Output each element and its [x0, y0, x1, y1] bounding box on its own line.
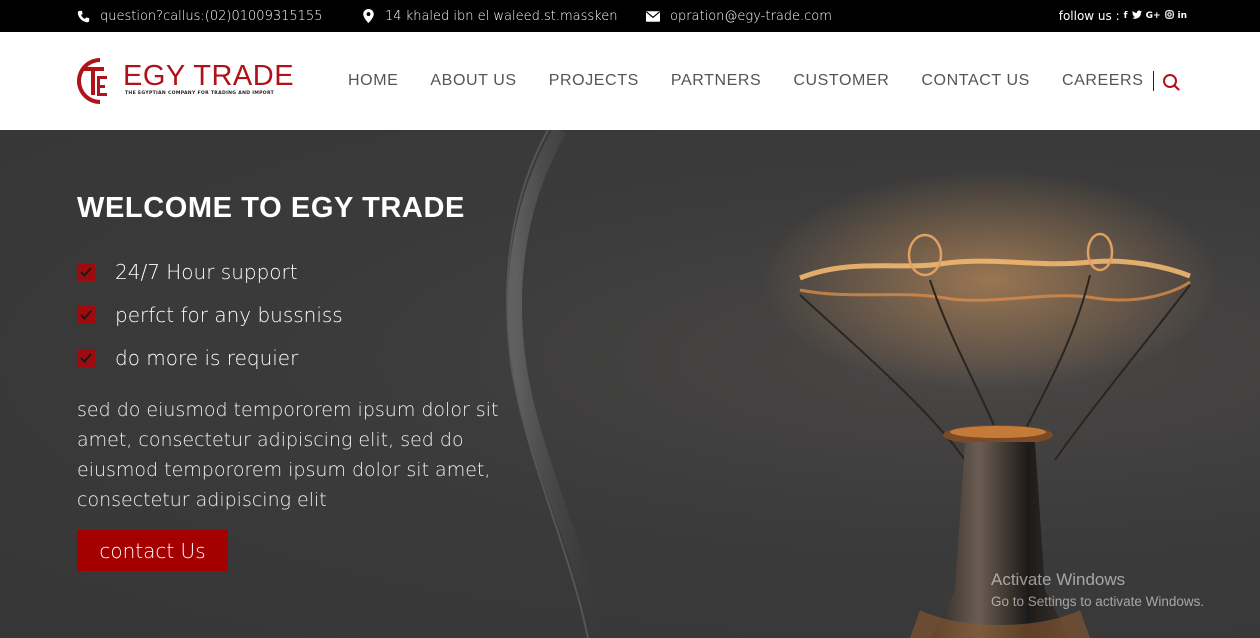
- facebook-icon[interactable]: f: [1124, 11, 1128, 21]
- feature-label: perfct for any bussniss: [115, 303, 343, 327]
- nav-divider: [1152, 71, 1154, 91]
- address-text: 14 khaled ibn el waleed.st.massken: [385, 8, 618, 24]
- logo[interactable]: EGY TRADE THE EGYPTIAN COMPANY FOR TRADI…: [76, 54, 294, 110]
- site-header: EGY TRADE THE EGYPTIAN COMPANY FOR TRADI…: [0, 32, 1260, 130]
- nav-projects[interactable]: PROJECTS: [549, 72, 639, 90]
- feature-item: 24/7 Hour support: [77, 260, 298, 284]
- search-button[interactable]: [1161, 72, 1181, 92]
- instagram-icon[interactable]: [1164, 10, 1174, 22]
- contact-email[interactable]: opration@egy-trade.com: [646, 0, 832, 32]
- watermark-title: Activate Windows: [991, 570, 1126, 589]
- logo-tagline: THE EGYPTIAN COMPANY FOR TRADING AND IMP…: [125, 91, 275, 96]
- check-icon: [77, 349, 95, 367]
- logo-name: EGY TRADE: [123, 60, 295, 92]
- google-plus-icon[interactable]: G+: [1146, 11, 1161, 21]
- nav-customer[interactable]: CUSTOMER: [793, 72, 889, 90]
- phone-text: question?callus:(02)01009315155: [100, 8, 323, 24]
- contact-us-button[interactable]: contact Us: [77, 530, 228, 571]
- check-icon: [77, 263, 95, 281]
- activate-windows-watermark: Activate Windows Go to Settings to activ…: [991, 570, 1204, 609]
- feature-label: do more is requier: [115, 346, 299, 370]
- nav-contact-us[interactable]: CONTACT US: [921, 72, 1030, 90]
- nav-about-us[interactable]: ABOUT US: [430, 72, 516, 90]
- envelope-icon: [646, 9, 660, 23]
- contact-phone[interactable]: question?callus:(02)01009315155: [76, 0, 322, 32]
- nav-home[interactable]: HOME: [348, 72, 398, 90]
- nav-partners[interactable]: PARTNERS: [671, 72, 761, 90]
- contact-address: 14 khaled ibn el waleed.st.massken: [361, 0, 617, 32]
- search-icon: [1163, 74, 1180, 91]
- email-text: opration@egy-trade.com: [670, 8, 832, 24]
- feature-item: perfct for any bussniss: [77, 303, 343, 327]
- follow-label: follow us :: [1058, 9, 1120, 23]
- linkedin-icon[interactable]: in: [1178, 11, 1188, 21]
- twitter-icon[interactable]: [1131, 10, 1142, 22]
- feature-label: 24/7 Hour support: [115, 260, 298, 284]
- check-icon: [77, 306, 95, 324]
- top-bar: question?callus:(02)01009315155 14 khale…: [0, 0, 1260, 32]
- logo-mark-icon: [77, 58, 107, 104]
- watermark-subtitle: Go to Settings to activate Windows.: [991, 594, 1205, 609]
- phone-icon: [76, 9, 90, 23]
- hero-title: WELCOME TO EGY TRADE: [77, 192, 465, 224]
- follow-us: follow us : f G+ in: [1059, 0, 1187, 32]
- hero-section: WELCOME TO EGY TRADE 24/7 Hour support p…: [0, 130, 1260, 638]
- nav-careers[interactable]: CAREERS: [1062, 72, 1144, 90]
- map-marker-icon: [361, 9, 375, 23]
- feature-item: do more is requier: [77, 346, 298, 370]
- hero-description: sed do eiusmod tempororem ipsum dolor si…: [77, 399, 499, 511]
- main-nav: HOME ABOUT US PROJECTS PARTNERS CUSTOMER…: [348, 32, 1154, 130]
